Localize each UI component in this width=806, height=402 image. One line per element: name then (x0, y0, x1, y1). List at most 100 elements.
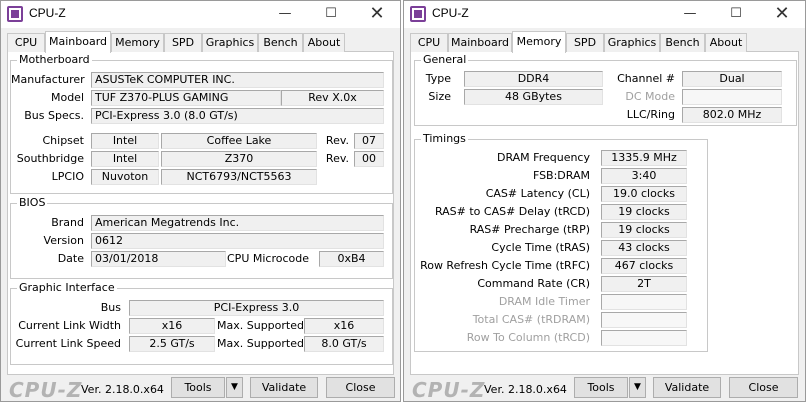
timing-label: FSB:DRAM (532, 169, 590, 182)
group-title: Timings (421, 132, 468, 145)
bios-date-value: 03/01/2018 (91, 251, 226, 267)
timing-value: 19 clocks (601, 204, 687, 220)
maximize-icon[interactable]: ☐ (308, 3, 354, 25)
timing-value: 19.0 clocks (601, 186, 687, 202)
tab-memory[interactable]: Memory (512, 31, 566, 53)
channel-value: Dual (682, 71, 782, 87)
timing-value: 19 clocks (601, 222, 687, 238)
cpu-z-logo: CPU-Z (9, 378, 83, 402)
tab-cpu[interactable]: CPU (7, 33, 45, 52)
model-label: Model (50, 91, 84, 104)
tools-button[interactable]: Tools (171, 377, 225, 398)
chipset-rev-label: Rev. (325, 134, 349, 147)
gi-link-width-label: Current Link Width (18, 319, 121, 332)
tab-bench[interactable]: Bench (660, 33, 705, 52)
timing-value (601, 312, 687, 328)
cpu-microcode-label: CPU Microcode (227, 252, 309, 265)
minimize-icon[interactable]: — (262, 3, 308, 25)
timing-label: Row To Column (tRCD) (466, 331, 590, 344)
tools-button[interactable]: Tools (574, 377, 628, 398)
timing-label: DRAM Idle Timer (498, 295, 590, 308)
timing-label: Row Refresh Cycle Time (tRFC) (420, 259, 590, 272)
model-value: TUF Z370-PLUS GAMING (91, 90, 281, 106)
channel-label: Channel # (617, 72, 675, 85)
timing-value: 1335.9 MHz (601, 150, 687, 166)
timing-value (601, 294, 687, 310)
dropdown-arrow-icon[interactable]: ▼ (629, 377, 646, 398)
bios-brand-value: American Megatrends Inc. (91, 215, 384, 231)
gi-link-speed-value: 2.5 GT/s (129, 336, 215, 352)
general-group: General Type DDR4 Size 48 GBytes Channel… (414, 53, 797, 126)
cpu-microcode-value: 0xB4 (319, 251, 384, 267)
tab-cpu[interactable]: CPU (410, 33, 448, 52)
minimize-icon[interactable]: — (667, 3, 713, 25)
group-title: General (421, 53, 469, 66)
cpuz-window-memory: CPU-Z — ☐ ✕ CPU Mainboard Memory SPD Gra… (403, 0, 806, 402)
close-button[interactable]: Close (326, 377, 395, 398)
timing-label: Cycle Time (tRAS) (491, 241, 590, 254)
timing-label: RAS# to CAS# Delay (tRCD) (434, 205, 590, 218)
footer: CPU-Z Ver. 2.18.0.x64 Tools ▼ Validate C… (1, 375, 400, 402)
tab-strip: CPU Mainboard Memory SPD Graphics Bench … (7, 31, 394, 53)
tab-mainboard[interactable]: Mainboard (45, 31, 111, 53)
graphic-interface-group: Graphic Interface Bus PCI-Express 3.0 Cu… (10, 281, 393, 365)
chipset-vendor: Intel (91, 133, 159, 149)
tab-bench[interactable]: Bench (258, 33, 303, 52)
maximize-icon[interactable]: ☐ (713, 3, 759, 25)
lpcio-label: LPCIO (51, 170, 84, 183)
timing-label: CAS# Latency (CL) (485, 187, 590, 200)
timing-value: 43 clocks (601, 240, 687, 256)
dropdown-arrow-icon[interactable]: ▼ (226, 377, 243, 398)
bios-version-label: Version (43, 234, 84, 247)
tab-spd[interactable]: SPD (566, 33, 604, 52)
gi-max-speed-value: 8.0 GT/s (304, 336, 384, 352)
title-bar[interactable]: CPU-Z — ☐ ✕ (1, 1, 400, 28)
manufacturer-value: ASUSTeK COMPUTER INC. (91, 72, 384, 88)
gi-link-speed-label: Current Link Speed (15, 337, 121, 350)
tab-spd[interactable]: SPD (164, 33, 202, 52)
tab-mainboard[interactable]: Mainboard (448, 33, 512, 52)
timing-value (601, 330, 687, 346)
timings-group: Timings DRAM Frequency 1335.9 MHz FSB:DRAM… (414, 132, 708, 352)
tab-memory[interactable]: Memory (111, 33, 164, 52)
dc-mode-value (682, 89, 782, 105)
title-bar[interactable]: CPU-Z — ☐ ✕ (404, 1, 805, 28)
validate-button[interactable]: Validate (250, 377, 318, 398)
close-icon[interactable]: ✕ (759, 3, 805, 25)
tab-graphics[interactable]: Graphics (202, 33, 258, 52)
tab-graphics[interactable]: Graphics (604, 33, 660, 52)
southbridge-rev-label: Rev. (325, 152, 349, 165)
mainboard-panel: Motherboard Manufacturer ASUSTeK COMPUTE… (7, 52, 394, 375)
tab-strip: CPU Mainboard Memory SPD Graphics Bench … (410, 31, 799, 53)
timing-value: 3:40 (601, 168, 687, 184)
timing-value: 2T (601, 276, 687, 292)
tab-about[interactable]: About (303, 33, 345, 52)
memory-panel: General Type DDR4 Size 48 GBytes Channel… (410, 52, 799, 375)
group-title: Graphic Interface (17, 281, 117, 294)
bus-specs-value: PCI-Express 3.0 (8.0 GT/s) (91, 108, 384, 124)
memory-type-value: DDR4 (464, 71, 603, 87)
close-icon[interactable]: ✕ (354, 3, 400, 25)
tab-about[interactable]: About (705, 33, 747, 52)
southbridge-vendor: Intel (91, 151, 159, 167)
cpu-z-app-icon (410, 6, 426, 22)
close-button[interactable]: Close (729, 377, 798, 398)
bios-group: BIOS Brand American Megatrends Inc. Vers… (10, 196, 393, 279)
bios-date-label: Date (57, 252, 84, 265)
gi-bus-label: Bus (100, 301, 121, 314)
window-title: CPU-Z (432, 6, 469, 20)
gi-max-width-label: Max. Supported (217, 319, 304, 332)
lpcio-name: NCT6793/NCT5563 (161, 169, 317, 185)
footer: CPU-Z Ver. 2.18.0.x64 Tools ▼ Validate C… (404, 375, 805, 402)
motherboard-group: Motherboard Manufacturer ASUSTeK COMPUTE… (10, 53, 393, 194)
timing-label: RAS# Precharge (tRP) (469, 223, 590, 236)
manufacturer-label: Manufacturer (11, 73, 85, 86)
cpu-z-logo: CPU-Z (412, 378, 486, 402)
chipset-rev: 07 (354, 133, 384, 149)
version-label: Ver. 2.18.0.x64 (81, 383, 164, 396)
chipset-label: Chipset (42, 134, 84, 147)
timing-label: DRAM Frequency (496, 151, 590, 164)
bus-specs-label: Bus Specs. (24, 109, 84, 122)
validate-button[interactable]: Validate (653, 377, 721, 398)
llc-ring-label: LLC/Ring (626, 108, 675, 121)
